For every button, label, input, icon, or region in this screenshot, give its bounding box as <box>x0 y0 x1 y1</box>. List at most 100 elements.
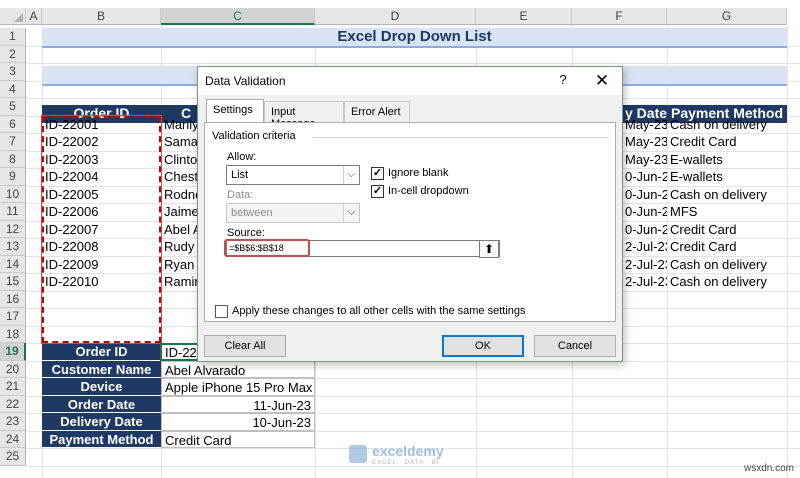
customer-cell[interactable]: Cheste <box>161 168 201 186</box>
row-header-3[interactable]: 3 <box>0 63 26 81</box>
delivery-date-cell[interactable]: May-23 <box>622 151 667 169</box>
row-header-17[interactable]: 17 <box>0 308 26 326</box>
payment-method-cell[interactable]: Credit Card <box>667 221 787 239</box>
lookup-label[interactable]: Order Date <box>42 395 161 413</box>
ok-button[interactable]: OK <box>442 335 524 357</box>
tab-input-message[interactable]: Input Message <box>264 101 344 130</box>
lookup-label[interactable]: Delivery Date <box>42 413 161 431</box>
row-header-11[interactable]: 11 <box>0 203 26 221</box>
row-header-4[interactable]: 4 <box>0 80 26 98</box>
column-header-c[interactable]: C <box>161 8 315 25</box>
row-header-2[interactable]: 2 <box>0 45 26 63</box>
range-select-icon[interactable]: ⬆ <box>479 240 499 258</box>
watermark-name: exceldemy <box>372 443 444 459</box>
payment-method-cell[interactable]: Credit Card <box>667 133 787 151</box>
delivery-date-cell[interactable]: 2-Jul-23 <box>622 256 667 274</box>
delivery-date-cell[interactable]: 0-Jun-23 <box>622 203 667 221</box>
customer-cell[interactable]: Samar <box>161 133 201 151</box>
row-header-10[interactable]: 10 <box>0 185 26 203</box>
row-header-25[interactable]: 25 <box>0 448 26 466</box>
row-header-14[interactable]: 14 <box>0 255 26 273</box>
row-header-16[interactable]: 16 <box>0 290 26 308</box>
column-header-f[interactable]: F <box>572 8 667 25</box>
help-button[interactable]: ? <box>553 72 573 90</box>
customer-cell[interactable]: Marily <box>161 116 201 134</box>
lookup-label[interactable]: Customer Name <box>42 360 161 378</box>
lookup-label[interactable]: Payment Method <box>42 430 161 448</box>
row-header-12[interactable]: 12 <box>0 220 26 238</box>
row-header-7[interactable]: 7 <box>0 133 26 151</box>
row-header-6[interactable]: 6 <box>0 115 26 133</box>
payment-method-cell[interactable]: Credit Card <box>667 238 787 256</box>
column-header-d[interactable]: D <box>315 8 476 25</box>
apply-all-checkbox[interactable] <box>215 305 228 318</box>
delivery-date-cell[interactable]: 0-Jun-23 <box>622 221 667 239</box>
payment-method-cell[interactable]: Cash on delivery <box>667 256 787 274</box>
delivery-date-cell[interactable]: May-23 <box>622 116 667 134</box>
customer-cell[interactable]: Rodne <box>161 186 201 204</box>
column-header-b[interactable]: B <box>42 8 161 25</box>
row-header-20[interactable]: 20 <box>0 360 26 378</box>
select-all-corner[interactable] <box>0 8 26 25</box>
lookup-value[interactable]: Credit Card <box>161 430 315 448</box>
lookup-label[interactable]: Device <box>42 378 161 396</box>
delivery-date-cell[interactable]: 2-Jul-23 <box>622 273 667 291</box>
payment-method-cell[interactable]: MFS <box>667 203 787 221</box>
delivery-date-cell[interactable]: 0-Jun-23 <box>622 186 667 204</box>
lookup-label[interactable]: Order ID <box>42 343 161 361</box>
row-header-5[interactable]: 5 <box>0 98 26 116</box>
row-header-21[interactable]: 21 <box>0 378 26 396</box>
row-header-19[interactable]: 19 <box>0 343 26 361</box>
allow-label: Allow: <box>227 151 257 163</box>
customer-cell[interactable]: Jaime <box>161 203 201 221</box>
row-header-1[interactable]: 1 <box>0 28 26 46</box>
chevron-down-icon: ⌵ <box>343 166 359 184</box>
customer-cell[interactable]: Ramir <box>161 273 201 291</box>
apply-all-label: Apply these changes to all other cells w… <box>232 305 526 317</box>
tab-settings[interactable]: Settings <box>206 99 264 123</box>
clear-all-button[interactable]: Clear All <box>204 335 286 357</box>
lookup-value[interactable]: Apple iPhone 15 Pro Max <box>161 378 315 396</box>
ignore-blank-checkbox[interactable]: ✓ <box>371 167 384 180</box>
data-label: Data: <box>227 189 254 201</box>
allow-select[interactable]: List ⌵ <box>226 165 360 185</box>
lookup-value[interactable]: 11-Jun-23 <box>161 395 315 413</box>
dialog-titlebar[interactable]: Data Validation ? ✕ <box>198 67 622 95</box>
close-button[interactable]: ✕ <box>591 71 613 91</box>
delivery-date-cell[interactable]: 2-Jul-23 <box>622 238 667 256</box>
tab-error-alert[interactable]: Error Alert <box>344 101 410 122</box>
payment-method-cell[interactable]: Cash on delivery <box>667 273 787 291</box>
copy-selection-marquee <box>41 114 162 344</box>
sheet-title: Excel Drop Down List <box>42 28 787 48</box>
row-header-18[interactable]: 18 <box>0 325 26 343</box>
data-validation-dialog: Data Validation ? ✕ Settings Input Messa… <box>197 66 623 362</box>
lookup-value[interactable]: Abel Alvarado <box>161 360 315 378</box>
customer-cell[interactable]: Clinto <box>161 151 201 169</box>
row-header-23[interactable]: 23 <box>0 413 26 431</box>
column-header-a[interactable]: A <box>26 8 42 25</box>
row-header-9[interactable]: 9 <box>0 168 26 186</box>
column-header-e[interactable]: E <box>476 8 572 25</box>
customer-cell[interactable]: Ryan F <box>161 256 201 274</box>
delivery-date-cell[interactable]: 0-Jun-23 <box>622 168 667 186</box>
customer-cell[interactable]: Rudy F <box>161 238 201 256</box>
row-header-8[interactable]: 8 <box>0 150 26 168</box>
ignore-blank-label: Ignore blank <box>388 167 449 179</box>
lookup-value[interactable]: 10-Jun-23 <box>161 413 315 431</box>
in-cell-dropdown-checkbox[interactable]: ✓ <box>371 185 384 198</box>
row-header-15[interactable]: 15 <box>0 273 26 291</box>
customer-cell[interactable]: Abel A <box>161 221 201 239</box>
row-header-24[interactable]: 24 <box>0 430 26 448</box>
data-select[interactable]: between ⌵ <box>226 203 360 223</box>
in-cell-dropdown-label: In-cell dropdown <box>388 185 469 197</box>
validation-criteria-label: Validation criteria <box>212 130 296 142</box>
payment-method-cell[interactable]: E-wallets <box>667 151 787 169</box>
cancel-button[interactable]: Cancel <box>534 335 616 357</box>
column-header-g[interactable]: G <box>667 8 787 25</box>
row-header-22[interactable]: 22 <box>0 395 26 413</box>
row-header-13[interactable]: 13 <box>0 238 26 256</box>
payment-method-cell[interactable]: Cash on delivery <box>667 186 787 204</box>
payment-method-cell[interactable]: Cash on delivery <box>667 116 787 134</box>
payment-method-cell[interactable]: E-wallets <box>667 168 787 186</box>
delivery-date-cell[interactable]: May-23 <box>622 133 667 151</box>
